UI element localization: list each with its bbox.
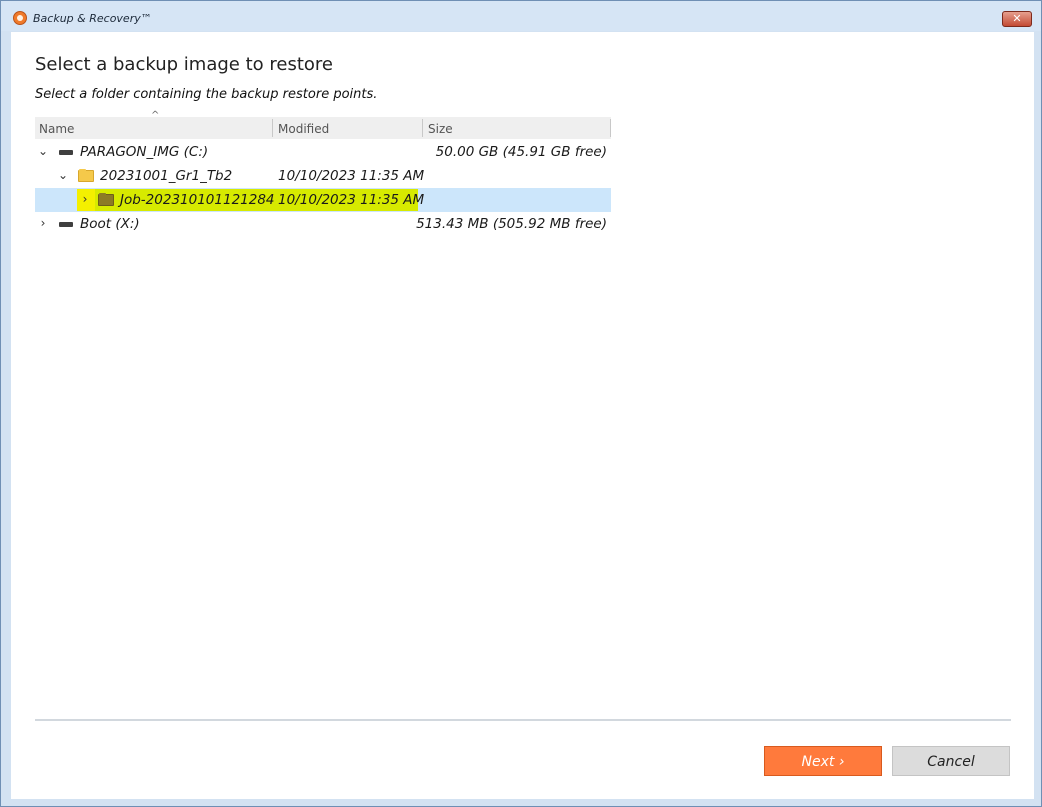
cancel-button[interactable]: Cancel [892, 746, 1010, 776]
column-divider [610, 119, 611, 137]
wizard-content: Select a backup image to restore Select … [11, 32, 1034, 799]
row-name: Boot (X:) [80, 216, 140, 232]
folder-icon [78, 169, 94, 182]
chevron-right-icon[interactable]: › [37, 216, 49, 230]
row-name: Job-202310101121284 [120, 192, 275, 208]
tree-header: ^ Name Modified Size [35, 110, 611, 139]
folder-tree[interactable]: ^ Name Modified Size ⌄ PARAGON_IMG (C:) … [35, 110, 611, 236]
folder-icon [98, 193, 114, 206]
tree-row-job-folder[interactable]: › Job-202310101121284 10/10/2023 11:35 A… [35, 188, 611, 212]
row-size: 513.43 MB (505.92 MB free) [416, 216, 607, 232]
chevron-right-icon[interactable]: › [79, 192, 91, 206]
column-divider[interactable] [422, 119, 423, 137]
chevron-down-icon[interactable]: ⌄ [57, 168, 69, 182]
backup-recovery-logo-icon [13, 11, 27, 25]
row-name: PARAGON_IMG (C:) [80, 144, 209, 160]
sort-ascending-icon: ^ [151, 110, 160, 121]
title-bar[interactable]: Backup & Recovery™ ✕ [1, 1, 1041, 31]
backup-recovery-window: Backup & Recovery™ ✕ Select a backup ima… [0, 0, 1042, 807]
column-header-size[interactable]: Size [428, 122, 453, 136]
drive-icon [59, 150, 73, 155]
close-button[interactable]: ✕ [1002, 11, 1032, 27]
page-subtitle: Select a folder containing the backup re… [35, 87, 378, 102]
page-title: Select a backup image to restore [35, 54, 333, 75]
column-divider[interactable] [272, 119, 273, 137]
drive-icon [59, 222, 73, 227]
window-title: Backup & Recovery™ [33, 12, 152, 25]
row-size: 50.00 GB (45.91 GB free) [435, 144, 607, 160]
footer-divider [35, 719, 1011, 721]
row-modified: 10/10/2023 11:35 AM [278, 192, 425, 208]
tree-row-folder-20231001[interactable]: ⌄ 20231001_Gr1_Tb2 10/10/2023 11:35 AM [35, 164, 611, 188]
column-header-modified[interactable]: Modified [278, 122, 329, 136]
row-modified: 10/10/2023 11:35 AM [278, 168, 425, 184]
column-header-name[interactable]: Name [39, 122, 74, 136]
tree-row-boot-drive[interactable]: › Boot (X:) 513.43 MB (505.92 MB free) [35, 212, 611, 236]
next-button[interactable]: Next › [764, 746, 882, 776]
chevron-down-icon[interactable]: ⌄ [37, 144, 49, 158]
tree-row-paragon-img-drive[interactable]: ⌄ PARAGON_IMG (C:) 50.00 GB (45.91 GB fr… [35, 140, 611, 164]
row-name: 20231001_Gr1_Tb2 [100, 168, 233, 184]
